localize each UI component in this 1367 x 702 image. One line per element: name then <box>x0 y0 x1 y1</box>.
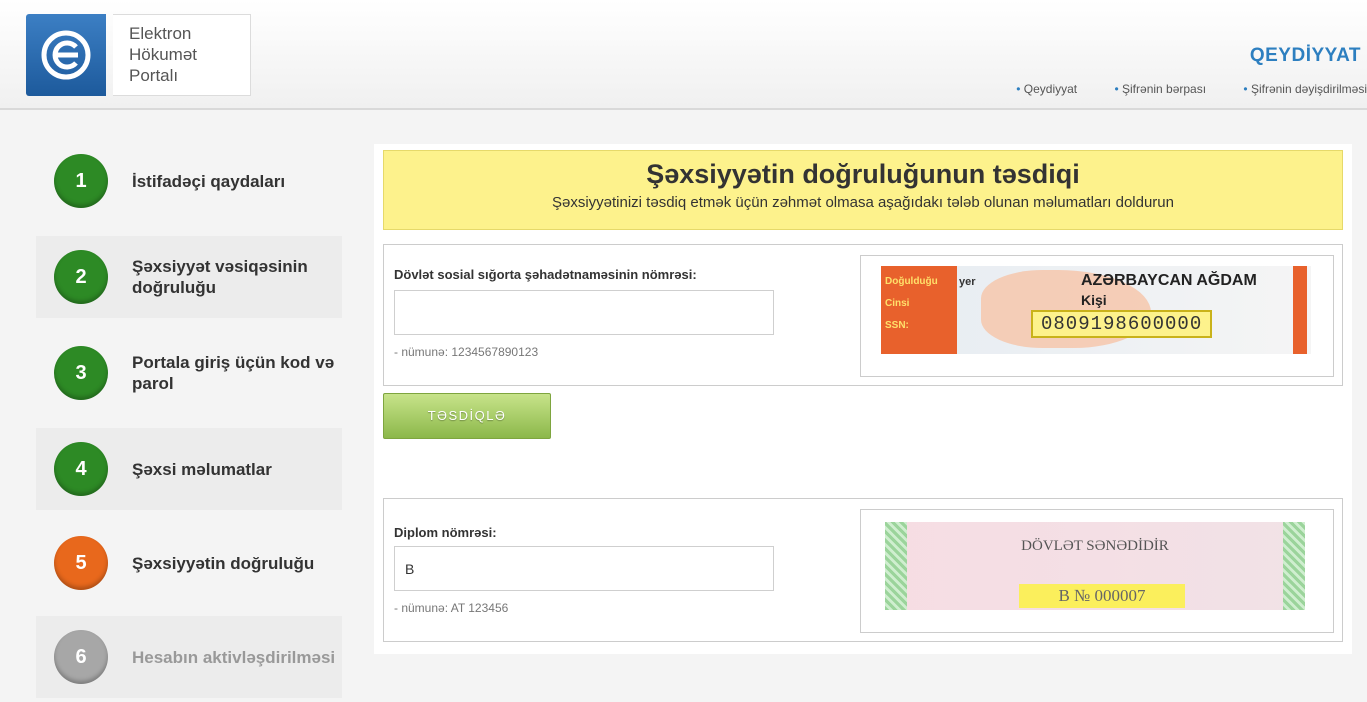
step-label: Portala giriş üçün kod və parol <box>132 353 335 393</box>
step-4: 4 Şəxsi məlumatlar <box>36 428 342 510</box>
logo-line-2: Hökumət <box>129 45 198 64</box>
top-nav-links: Qeydiyyat Şifrənin bərpası Şifrənin dəyi… <box>982 82 1367 96</box>
ssn-field-label: Dövlət sosial sığorta şəhadətnaməsinin n… <box>394 267 697 282</box>
ssn-hint: - nümunə: 1234567890123 <box>394 345 539 359</box>
step-number-badge: 3 <box>54 346 108 400</box>
diploma-sample-number: B № 000007 <box>1019 584 1185 608</box>
banner-subtitle: Şəxsiyyətinizi təsdiq etmək üçün zəhmət … <box>551 194 1174 211</box>
step-number-badge: 6 <box>54 630 108 684</box>
card-ssn-label: SSN: <box>885 320 909 331</box>
card-sex: Kişi <box>1081 292 1107 308</box>
ssn-card-image: Doğulduğu yer Cinsi SSN: AZƏRBAYCAN AĞDA… <box>881 266 1311 354</box>
card-ssn-number: 0809198600000 <box>1031 310 1213 338</box>
link-password-change[interactable]: Şifrənin dəyişdirilməsi <box>1243 82 1367 96</box>
step-label: Şəxsiyyət vəsiqəsinin doğruluğu <box>132 257 308 297</box>
portal-logo-icon[interactable] <box>26 14 106 96</box>
link-registration[interactable]: Qeydiyyat <box>1016 82 1077 96</box>
card-place: AZƏRBAYCAN AĞDAM <box>1081 272 1257 289</box>
diploma-sample-card: DÖVLƏT SƏNƏDİDİR B № 000007 <box>860 509 1334 633</box>
step-1: 1 İstifadəçi qaydaları <box>36 140 342 222</box>
card-red-edge <box>1293 266 1307 354</box>
verification-banner: Şəxsiyyətin doğruluğunun təsdiqi Şəxsiyy… <box>383 150 1343 230</box>
step-number-badge: 1 <box>54 154 108 208</box>
logo-line-1: Elektron <box>129 24 192 43</box>
link-password-recovery[interactable]: Şifrənin bərpası <box>1114 82 1206 96</box>
ssn-sample-card: Doğulduğu yer Cinsi SSN: AZƏRBAYCAN AĞDA… <box>860 255 1334 377</box>
diploma-edge-left <box>885 522 907 610</box>
diploma-panel: Diplom nömrəsi: - nümunə: AT 123456 DÖVL… <box>383 498 1343 642</box>
diploma-hint: - nümunə: AT 123456 <box>394 601 509 615</box>
logo-line-3: Portalı <box>129 66 179 85</box>
step-3: 3 Portala giriş üçün kod və parol <box>36 332 342 414</box>
diploma-input[interactable] <box>394 546 774 591</box>
card-yer-label: yer <box>959 276 976 288</box>
diploma-edge-right <box>1283 522 1305 610</box>
portal-logo-text[interactable]: Elektron Hökumət Portalı <box>113 14 251 96</box>
diploma-field-label: Diplom nömrəsi: <box>394 525 497 540</box>
step-6: 6 Hesabın aktivləşdirilməsi <box>36 616 342 698</box>
page-section-title: QEYDİYYAT <box>1249 45 1361 66</box>
step-number-badge: 2 <box>54 250 108 304</box>
step-number-badge: 5 <box>54 536 108 590</box>
step-5: 5 Şəxsiyyətin doğruluğu <box>36 522 342 604</box>
step-label: İstifadəçi qaydaları <box>132 171 286 191</box>
confirm-button[interactable]: TƏSDİQLƏ <box>383 393 551 439</box>
diploma-image: DÖVLƏT SƏNƏDİDİR B № 000007 <box>885 522 1305 610</box>
step-number-badge: 4 <box>54 442 108 496</box>
ssn-panel: Dövlət sosial sığorta şəhadətnaməsinin n… <box>383 244 1343 386</box>
step-label: Şəxsiyyətin doğruluğu <box>132 553 315 573</box>
ssn-input[interactable] <box>394 290 774 335</box>
banner-title: Şəxsiyyətin doğruluğunun təsdiqi <box>646 159 1080 189</box>
header-bar: Elektron Hökumət Portalı QEYDİYYAT Qeydi… <box>0 0 1367 110</box>
step-label: Şəxsi məlumatlar <box>132 459 272 479</box>
card-birth-label: Doğulduğu <box>885 276 938 287</box>
diploma-sample-title: DÖVLƏT SƏNƏDİDİR <box>1021 538 1169 554</box>
card-gender-label: Cinsi <box>885 298 910 309</box>
step-label: Hesabın aktivləşdirilməsi <box>132 647 336 667</box>
step-2: 2 Şəxsiyyət vəsiqəsinin doğruluğu <box>36 236 342 318</box>
